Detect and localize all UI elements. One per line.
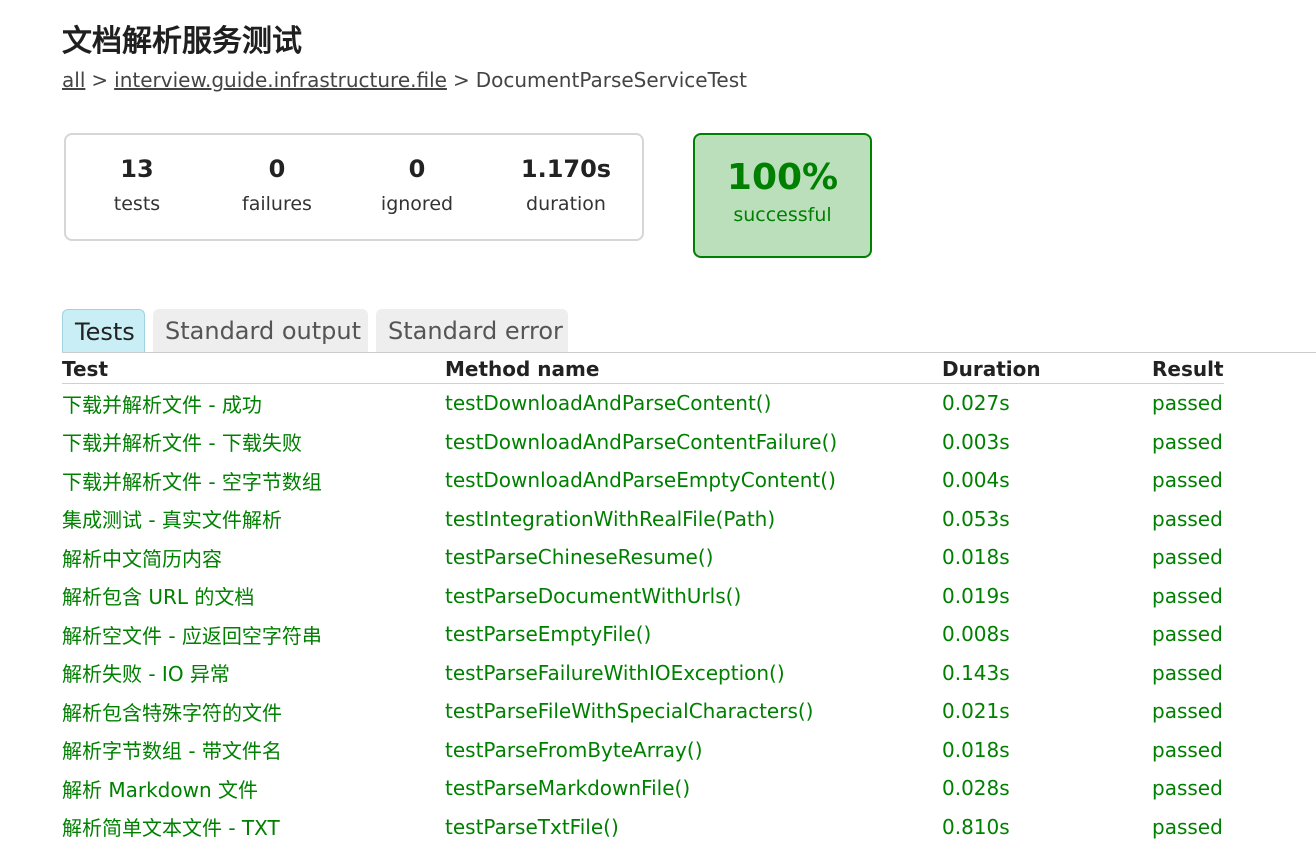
test-name: 解析包含 URL 的文档 xyxy=(62,585,255,610)
test-result: passed xyxy=(1152,622,1223,647)
method-name: testParseDocumentWithUrls() xyxy=(445,583,742,608)
test-name: 解析包含特殊字符的文件 xyxy=(62,700,282,725)
table-row: 解析 Markdown 文件 testParseMarkdownFile() 0… xyxy=(62,769,1224,808)
breadcrumb-link-package[interactable]: interview.guide.infrastructure.file xyxy=(114,68,447,92)
test-duration: 0.053s xyxy=(942,506,1010,531)
test-duration: 0.019s xyxy=(942,583,1010,608)
failures-label: failures xyxy=(242,193,312,215)
test-duration: 0.004s xyxy=(942,468,1010,493)
duration-value: 1.170s xyxy=(520,155,612,183)
test-name: 下载并解析文件 - 成功 xyxy=(62,392,262,417)
failures-counter: 0 failures xyxy=(217,155,337,215)
tests-table: Test Method name Duration Result 下载并解析文件… xyxy=(62,355,1224,846)
method-name: testParseEmptyFile() xyxy=(445,622,652,647)
breadcrumb-separator: > xyxy=(91,68,109,92)
table-row: 下载并解析文件 - 成功 testDownloadAndParseContent… xyxy=(62,384,1224,423)
test-name: 解析字节数组 - 带文件名 xyxy=(62,739,282,764)
test-result: passed xyxy=(1152,776,1223,801)
method-name: testParseMarkdownFile() xyxy=(445,776,691,801)
test-result: passed xyxy=(1152,583,1223,608)
method-name: testParseChineseResume() xyxy=(445,545,714,570)
table-row: 解析空文件 - 应返回空字符串 testParseEmptyFile() 0.0… xyxy=(62,615,1224,654)
table-row: 集成测试 - 真实文件解析 testIntegrationWithRealFil… xyxy=(62,500,1224,539)
test-name: 解析 Markdown 文件 xyxy=(62,777,258,802)
test-duration: 0.018s xyxy=(942,737,1010,762)
duration-label: duration xyxy=(526,193,606,215)
test-name: 下载并解析文件 - 下载失败 xyxy=(62,431,302,456)
test-name: 解析失败 - IO 异常 xyxy=(62,662,230,687)
test-result: passed xyxy=(1152,506,1223,531)
test-result: passed xyxy=(1152,429,1223,454)
test-result: passed xyxy=(1152,545,1223,570)
tests-label: tests xyxy=(113,193,161,215)
table-row: 解析中文简历内容 testParseChineseResume() 0.018s… xyxy=(62,538,1224,577)
ignored-label: ignored xyxy=(380,193,454,215)
failures-count: 0 xyxy=(268,155,286,183)
test-result: passed xyxy=(1152,468,1223,493)
table-row: 解析字节数组 - 带文件名 testParseFromByteArray() 0… xyxy=(62,731,1224,770)
tab-divider xyxy=(62,352,1316,353)
column-header-result[interactable]: Result xyxy=(1152,355,1224,384)
test-result: passed xyxy=(1152,391,1223,416)
method-name: testDownloadAndParseContent() xyxy=(445,391,772,416)
tab-standard-output[interactable]: Standard output xyxy=(153,309,368,353)
page-title: 文档解析服务测试 xyxy=(62,24,302,59)
test-result: passed xyxy=(1152,814,1223,839)
table-row: 解析包含特殊字符的文件 testParseFileWithSpecialChar… xyxy=(62,692,1224,731)
breadcrumb: all > interview.guide.infrastructure.file >… xyxy=(62,68,747,92)
table-row: 解析简单文本文件 - TXT testParseTxtFile() 0.810s… xyxy=(62,808,1224,847)
test-result: passed xyxy=(1152,660,1223,685)
test-duration: 0.143s xyxy=(942,660,1010,685)
tab-tests[interactable]: Tests xyxy=(62,309,145,353)
success-rate-label: successful xyxy=(733,204,832,226)
method-name: testIntegrationWithRealFile(Path) xyxy=(445,506,776,531)
breadcrumb-current: DocumentParseServiceTest xyxy=(475,68,747,92)
column-header-duration[interactable]: Duration xyxy=(942,355,1152,384)
summary-box: 13 tests 0 failures 0 ignored 1.170s dur… xyxy=(64,133,644,241)
test-duration: 0.028s xyxy=(942,776,1010,801)
method-name: testParseFileWithSpecialCharacters() xyxy=(445,699,814,724)
breadcrumb-link-all[interactable]: all xyxy=(62,68,85,92)
ignored-count: 0 xyxy=(408,155,426,183)
method-name: testParseFailureWithIOException() xyxy=(445,660,785,685)
column-header-test[interactable]: Test xyxy=(62,355,445,384)
method-name: testDownloadAndParseContentFailure() xyxy=(445,429,838,454)
test-duration: 0.008s xyxy=(942,622,1010,647)
table-header-row: Test Method name Duration Result xyxy=(62,355,1224,384)
test-name: 解析简单文本文件 - TXT xyxy=(62,816,280,841)
tab-standard-error[interactable]: Standard error xyxy=(376,309,568,353)
table-row: 下载并解析文件 - 空字节数组 testDownloadAndParseEmpt… xyxy=(62,461,1224,500)
test-duration: 0.027s xyxy=(942,391,1010,416)
tests-count: 13 xyxy=(120,155,154,183)
test-result: passed xyxy=(1152,737,1223,762)
table-row: 解析失败 - IO 异常 testParseFailureWithIOExcep… xyxy=(62,654,1224,693)
tests-counter: 13 tests xyxy=(77,155,197,215)
success-rate-value: 100% xyxy=(726,157,839,198)
test-duration: 0.018s xyxy=(942,545,1010,570)
test-duration: 0.021s xyxy=(942,699,1010,724)
table-row: 下载并解析文件 - 下载失败 testDownloadAndParseConte… xyxy=(62,423,1224,462)
breadcrumb-separator: > xyxy=(452,68,470,92)
duration-counter: 1.170s duration xyxy=(506,155,626,215)
ignored-counter: 0 ignored xyxy=(357,155,477,215)
table-row: 解析包含 URL 的文档 testParseDocumentWithUrls()… xyxy=(62,577,1224,616)
method-name: testDownloadAndParseEmptyContent() xyxy=(445,468,836,493)
success-rate-box: 100% successful xyxy=(693,133,872,258)
test-name: 集成测试 - 真实文件解析 xyxy=(62,508,282,533)
test-name: 解析空文件 - 应返回空字符串 xyxy=(62,623,322,648)
test-duration: 0.810s xyxy=(942,814,1010,839)
column-header-method-name[interactable]: Method name xyxy=(445,355,942,384)
method-name: testParseTxtFile() xyxy=(445,814,619,839)
test-result: passed xyxy=(1152,699,1223,724)
test-name: 下载并解析文件 - 空字节数组 xyxy=(62,469,322,494)
test-duration: 0.003s xyxy=(942,429,1010,454)
method-name: testParseFromByteArray() xyxy=(445,737,703,762)
test-name: 解析中文简历内容 xyxy=(62,546,222,571)
